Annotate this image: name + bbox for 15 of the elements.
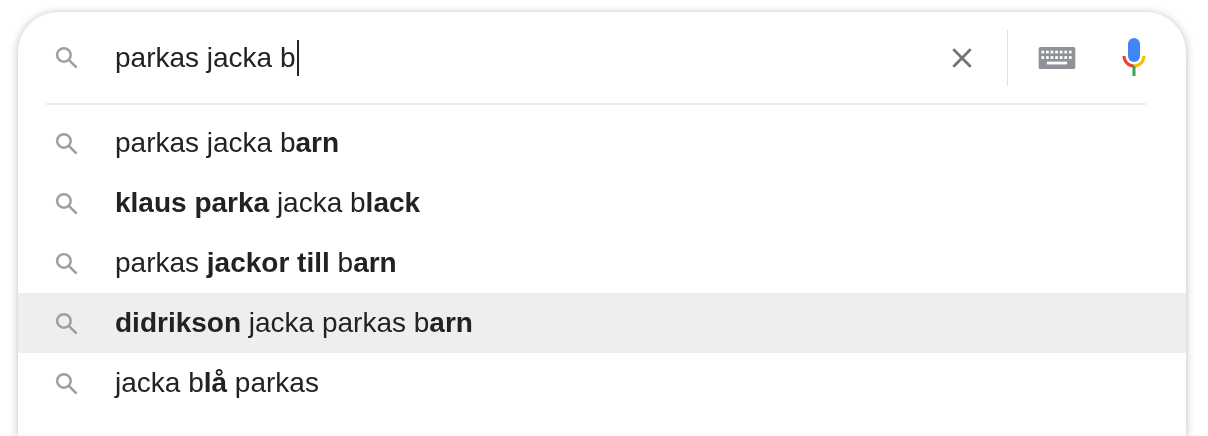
search-icon [54,130,79,156]
keyboard-icon[interactable] [1038,46,1076,69]
search-field[interactable]: parkas jacka b [115,39,949,76]
suggestion-item[interactable]: parkas jacka barn [18,113,1186,173]
search-icon [54,45,79,70]
suggestion-item[interactable]: didrikson jacka parkas barn [18,293,1186,353]
suggestion-item[interactable]: parkas jackor till barn [18,233,1186,293]
search-icon [54,370,79,396]
suggestion-item[interactable]: klaus parka jacka black [18,173,1186,233]
search-icon [54,250,79,276]
text-cursor [296,39,299,76]
suggestion-item[interactable]: jacka blå parkas [18,353,1186,413]
search-icon [54,190,79,216]
search-icon [54,310,79,336]
microphone-icon[interactable] [1122,37,1146,78]
